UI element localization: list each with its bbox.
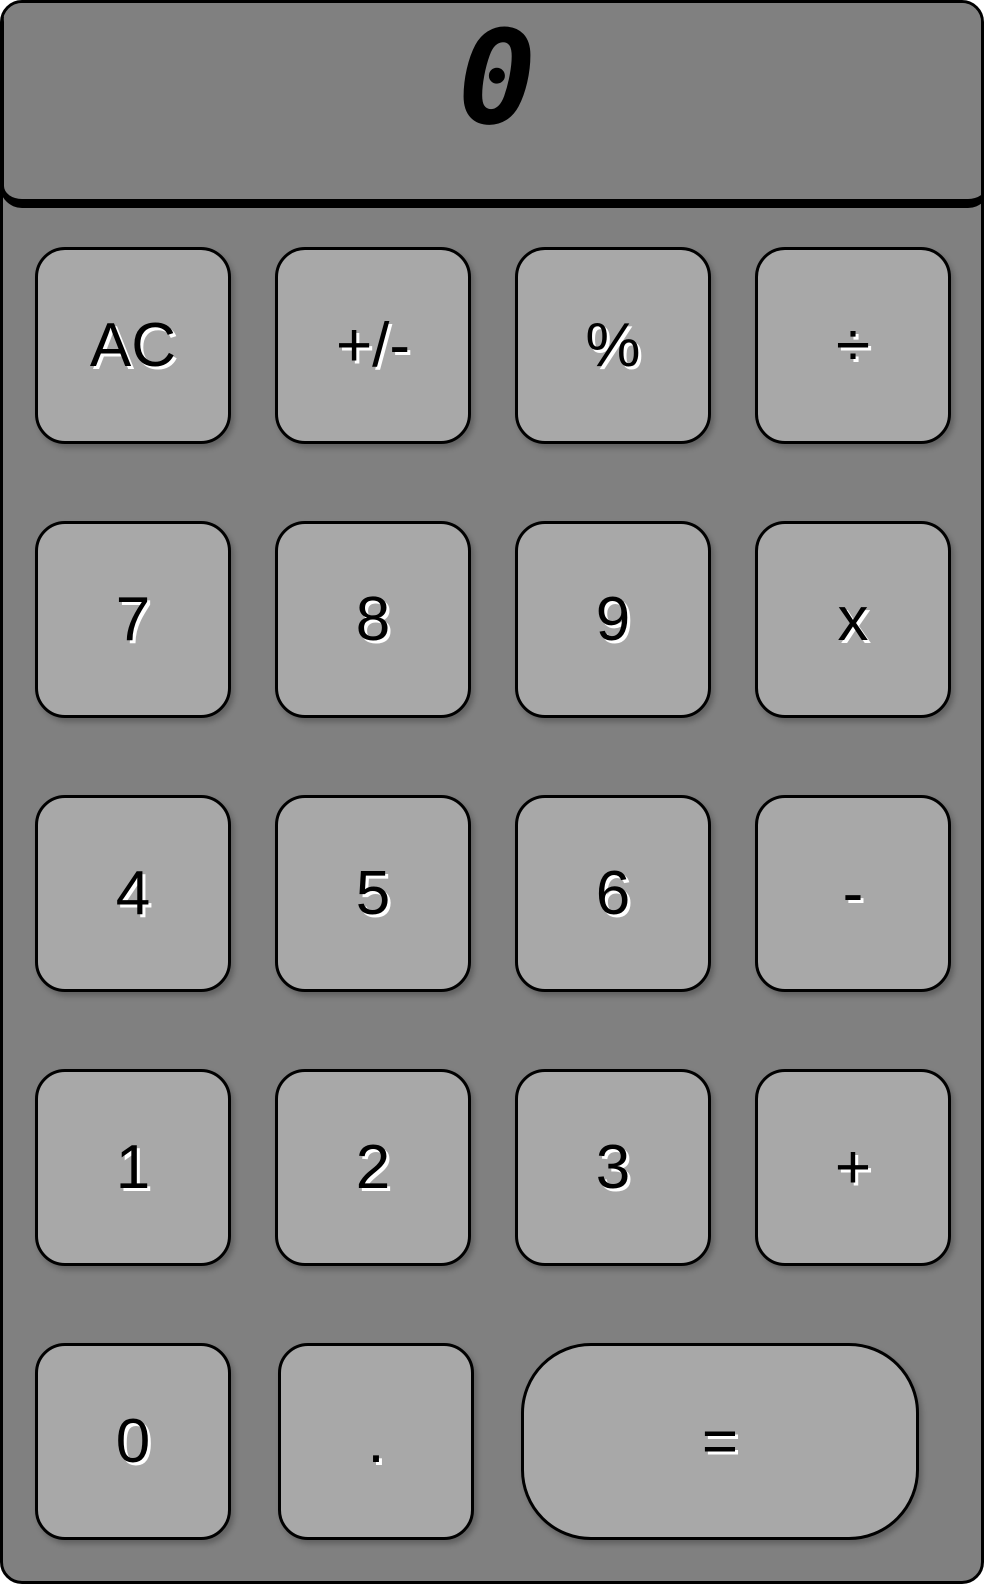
digit-5-button[interactable]: 5 [275, 795, 471, 992]
add-label: + [834, 1132, 872, 1202]
digit-4-button[interactable]: 4 [35, 795, 231, 992]
percent-label: % [585, 310, 641, 380]
digit-1-label: 1 [115, 1132, 151, 1202]
digit-1-button[interactable]: 1 [35, 1069, 231, 1266]
digit-9-button[interactable]: 9 [515, 521, 711, 718]
multiply-button[interactable]: x [755, 521, 951, 718]
digit-7-button[interactable]: 7 [35, 521, 231, 718]
all-clear-label: AC [89, 310, 177, 380]
subtract-label: - [842, 858, 864, 928]
divide-button[interactable]: ÷ [755, 247, 951, 444]
equals-button[interactable]: = [521, 1343, 919, 1540]
digit-8-button[interactable]: 8 [275, 521, 471, 718]
calculator: 0 AC +/- % ÷ 7 8 9 x 4 5 6 - 1 2 3 + 0 .… [0, 0, 984, 1584]
multiply-label: x [837, 584, 869, 654]
digit-4-label: 4 [115, 858, 151, 928]
all-clear-button[interactable]: AC [35, 247, 231, 444]
digit-0-button[interactable]: 0 [35, 1343, 231, 1540]
percent-button[interactable]: % [515, 247, 711, 444]
equals-label: = [701, 1406, 739, 1476]
digit-6-label: 6 [595, 858, 631, 928]
display-value: 0 [457, 2, 536, 154]
digit-2-label: 2 [355, 1132, 391, 1202]
toggle-sign-button[interactable]: +/- [275, 247, 471, 444]
divide-label: ÷ [835, 310, 871, 380]
digit-8-label: 8 [355, 584, 391, 654]
add-button[interactable]: + [755, 1069, 951, 1266]
digit-0-label: 0 [115, 1406, 151, 1476]
digit-6-button[interactable]: 6 [515, 795, 711, 992]
display-panel: 0 [3, 2, 981, 208]
decimal-button[interactable]: . [278, 1343, 474, 1540]
decimal-label: . [367, 1406, 385, 1476]
digit-3-label: 3 [595, 1132, 631, 1202]
toggle-sign-label: +/- [335, 310, 411, 380]
digit-7-label: 7 [115, 584, 151, 654]
digit-9-label: 9 [595, 584, 631, 654]
digit-5-label: 5 [355, 858, 391, 928]
subtract-button[interactable]: - [755, 795, 951, 992]
digit-2-button[interactable]: 2 [275, 1069, 471, 1266]
digit-3-button[interactable]: 3 [515, 1069, 711, 1266]
